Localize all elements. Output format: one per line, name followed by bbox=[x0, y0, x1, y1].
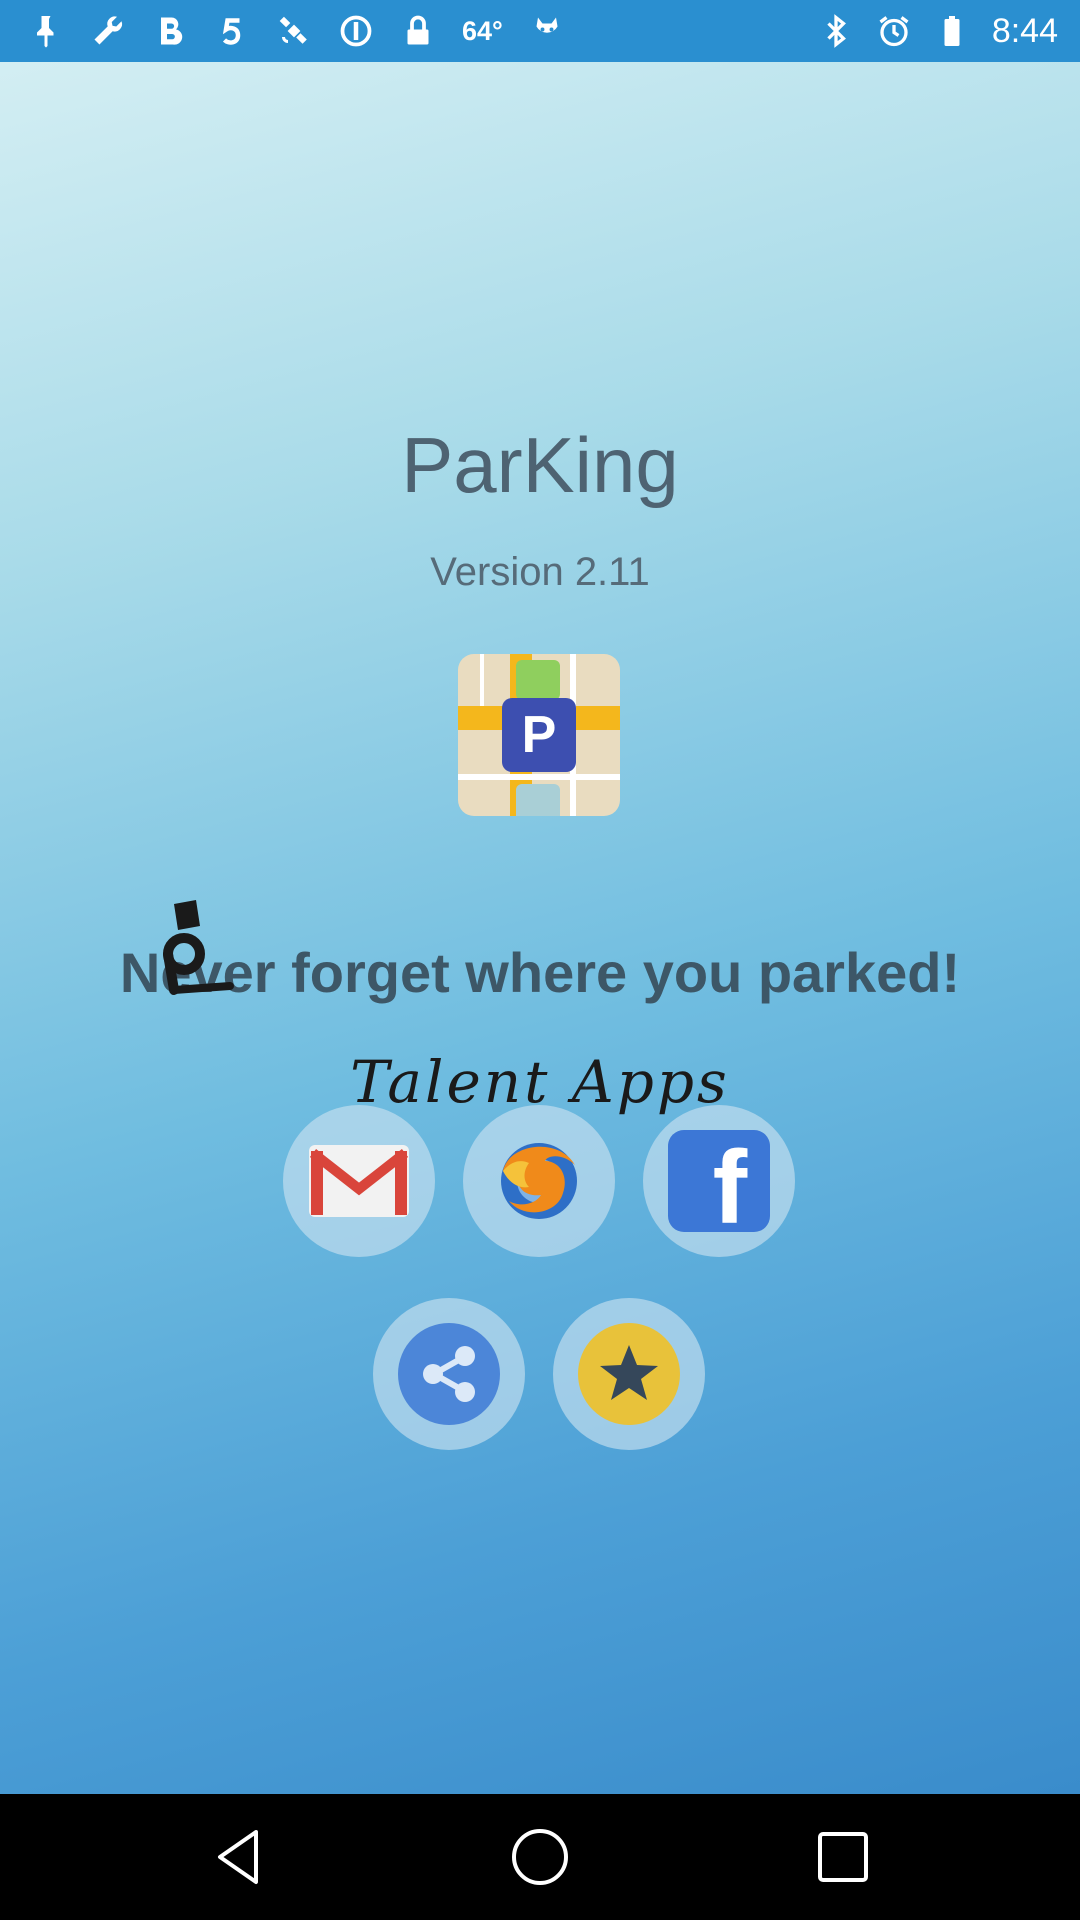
pin-notification-icon bbox=[28, 13, 64, 49]
home-button[interactable] bbox=[507, 1824, 573, 1890]
five-icon bbox=[214, 13, 250, 49]
temperature-text: 64° bbox=[462, 15, 503, 46]
facebook-button[interactable]: f bbox=[643, 1105, 795, 1257]
back-button[interactable] bbox=[206, 1824, 272, 1890]
share-icon bbox=[398, 1323, 500, 1425]
star-icon bbox=[578, 1323, 680, 1425]
about-screen: ParKing Version 2.11 P Never forget wher… bbox=[0, 62, 1080, 1794]
battery-icon bbox=[934, 13, 970, 49]
lock-icon bbox=[400, 13, 436, 49]
logo-letter: P bbox=[521, 706, 557, 764]
parking-logo: P bbox=[458, 654, 620, 816]
share-button[interactable] bbox=[373, 1298, 525, 1450]
status-bar: 64° 8:44 bbox=[0, 0, 1080, 62]
alarm-clock-icon bbox=[876, 13, 912, 49]
fake-gps-satellite-icon bbox=[276, 13, 312, 49]
rate-button[interactable] bbox=[553, 1298, 705, 1450]
browser-button[interactable] bbox=[463, 1105, 615, 1257]
android-cat-icon bbox=[529, 13, 565, 49]
bold-b-icon bbox=[152, 13, 188, 49]
back-triangle-icon bbox=[218, 1830, 258, 1884]
navigation-bar bbox=[0, 1794, 1080, 1920]
recents-square-icon bbox=[818, 1832, 868, 1882]
wrench-icon bbox=[90, 13, 126, 49]
gmail-button[interactable] bbox=[283, 1105, 435, 1257]
bluetooth-icon bbox=[818, 13, 854, 49]
recents-button[interactable] bbox=[810, 1824, 876, 1890]
firefox-icon bbox=[489, 1131, 589, 1231]
clock-time: 8:44 bbox=[991, 11, 1058, 50]
parking-pin-icon bbox=[160, 898, 240, 998]
facebook-icon: f bbox=[668, 1130, 770, 1232]
app-title: ParKing bbox=[401, 421, 679, 509]
gmail-icon bbox=[309, 1145, 409, 1217]
facebook-letter: f bbox=[712, 1130, 748, 1232]
home-circle-icon bbox=[512, 1829, 568, 1885]
app-version: Version 2.11 bbox=[430, 550, 650, 594]
info-circle-icon bbox=[338, 13, 374, 49]
